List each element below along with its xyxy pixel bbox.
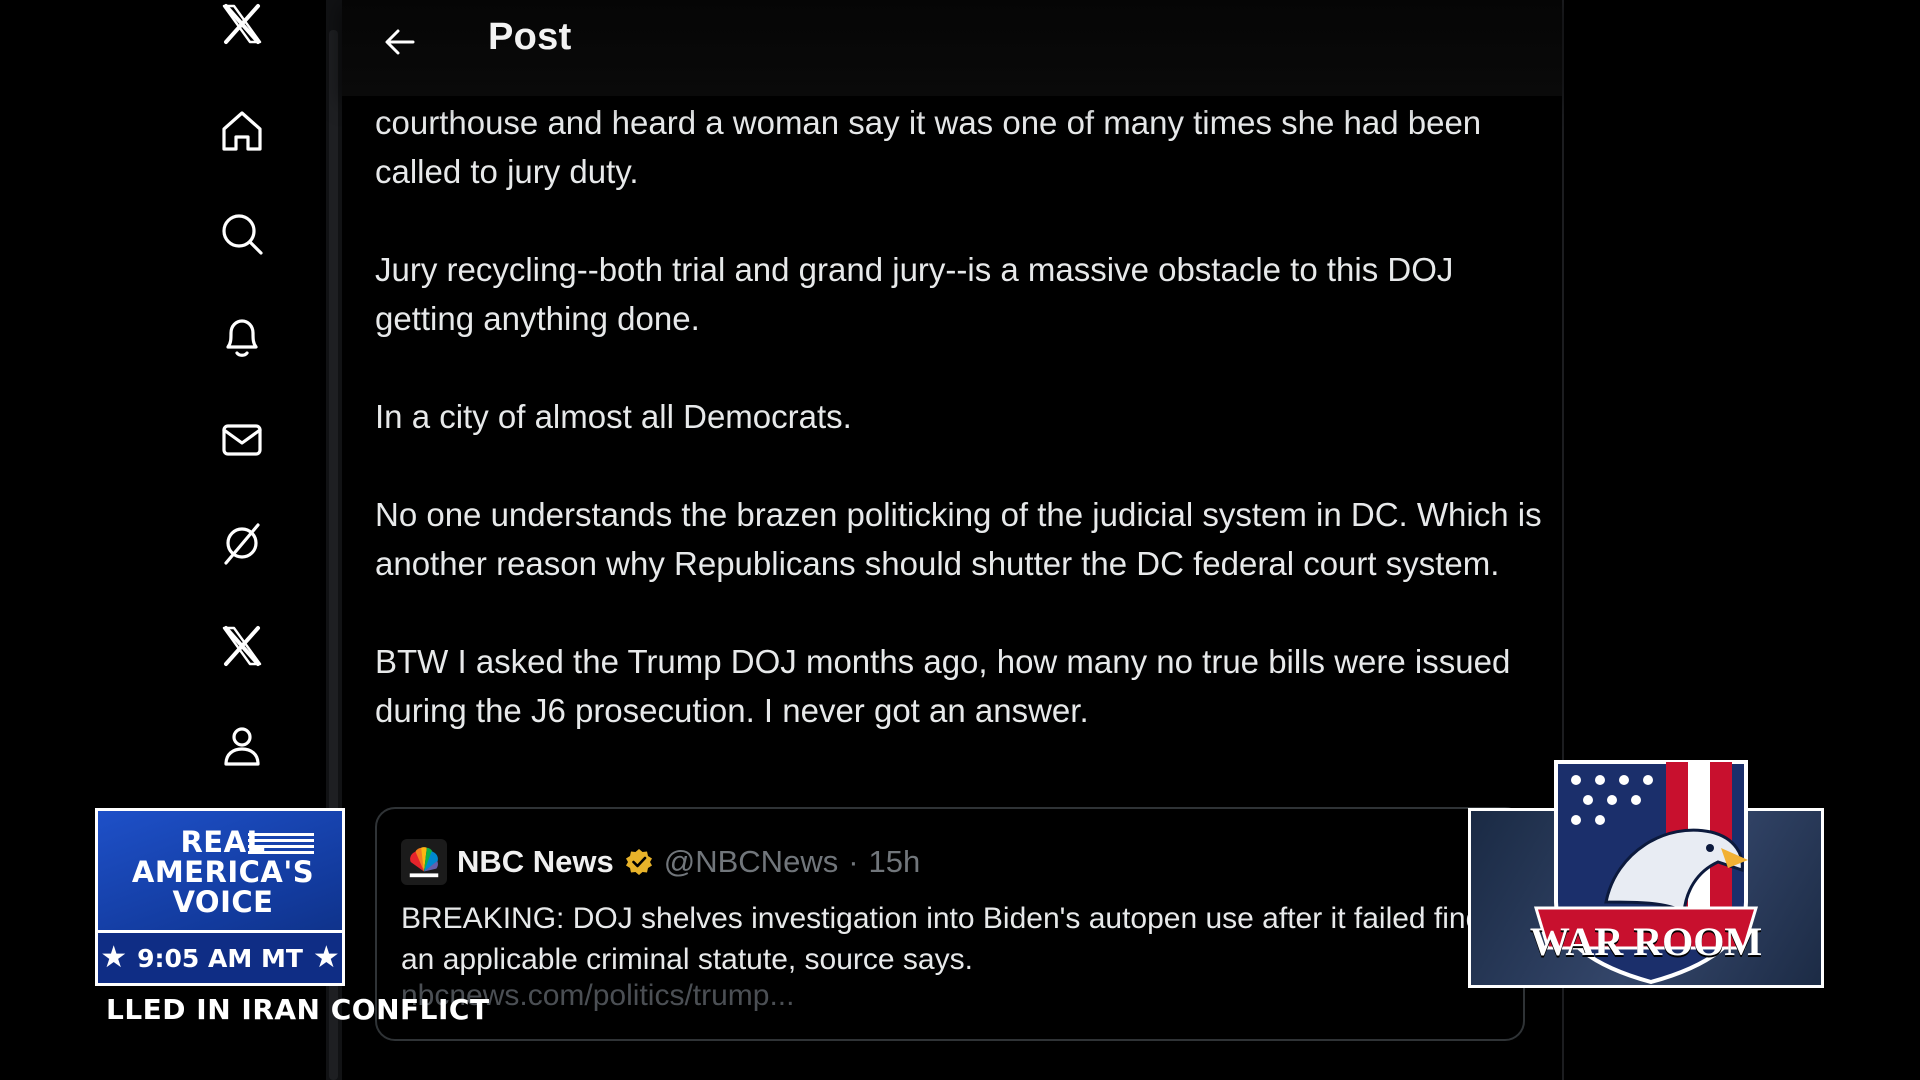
post-header: Post (342, 0, 1562, 96)
search-icon[interactable] (216, 208, 268, 260)
post-column: Post courthouse and heard a woman say it… (342, 0, 1564, 1080)
quoted-post-card[interactable]: NBC News @NBCNews · 15h BREAKING: DOJ sh… (375, 807, 1525, 1041)
messages-mail-icon[interactable] (216, 414, 268, 466)
page-title: Post (488, 16, 572, 58)
rav-logo-text: REAL AMERICA'S VOICE (131, 825, 315, 919)
star-icon: ★ (100, 940, 128, 975)
quoted-author-name[interactable]: NBC News (457, 844, 614, 880)
post-text: courthouse and heard a woman say it was … (375, 98, 1555, 784)
x-logo-icon[interactable] (216, 0, 268, 50)
nbc-peacock-logo-icon[interactable] (401, 839, 447, 885)
post-paragraph: Jury recycling--both trial and grand jur… (375, 251, 1454, 337)
premium-x-icon[interactable] (216, 620, 268, 672)
verified-badge-icon (624, 847, 654, 877)
quoted-post-header: NBC News @NBCNews · 15h (401, 839, 920, 885)
war-room-logo-text: WAR ROOM (1529, 919, 1763, 964)
notifications-bell-icon[interactable] (216, 311, 268, 363)
broadcast-time-bar: ★ 9:05 AM MT ★ (98, 930, 342, 983)
quoted-post-time[interactable]: 15h (869, 844, 921, 880)
home-icon[interactable] (216, 105, 268, 157)
post-paragraph: courthouse and heard a woman say it was … (375, 104, 1482, 190)
post-paragraph: No one understands the brazen politickin… (375, 496, 1542, 582)
back-button[interactable] (372, 18, 428, 66)
star-icon: ★ (312, 940, 340, 975)
broadcast-time: 9:05 AM MT (137, 943, 303, 973)
meta-separator: · (848, 844, 859, 879)
quoted-post-text: BREAKING: DOJ shelves investigation into… (401, 902, 1483, 976)
grok-icon[interactable] (216, 517, 268, 569)
post-paragraph: BTW I asked the Trump DOJ months ago, ho… (375, 643, 1511, 729)
arrow-left-icon (385, 29, 415, 55)
news-ticker: LLED IN IRAN CONFLICT (106, 993, 490, 1026)
profile-icon[interactable] (216, 720, 268, 772)
post-paragraph: In a city of almost all Democrats. (375, 398, 852, 435)
real-americas-voice-bug: REAL AMERICA'S VOICE ★ 9:05 AM MT ★ (95, 808, 345, 986)
quoted-author-handle[interactable]: @NBCNews (664, 844, 838, 880)
